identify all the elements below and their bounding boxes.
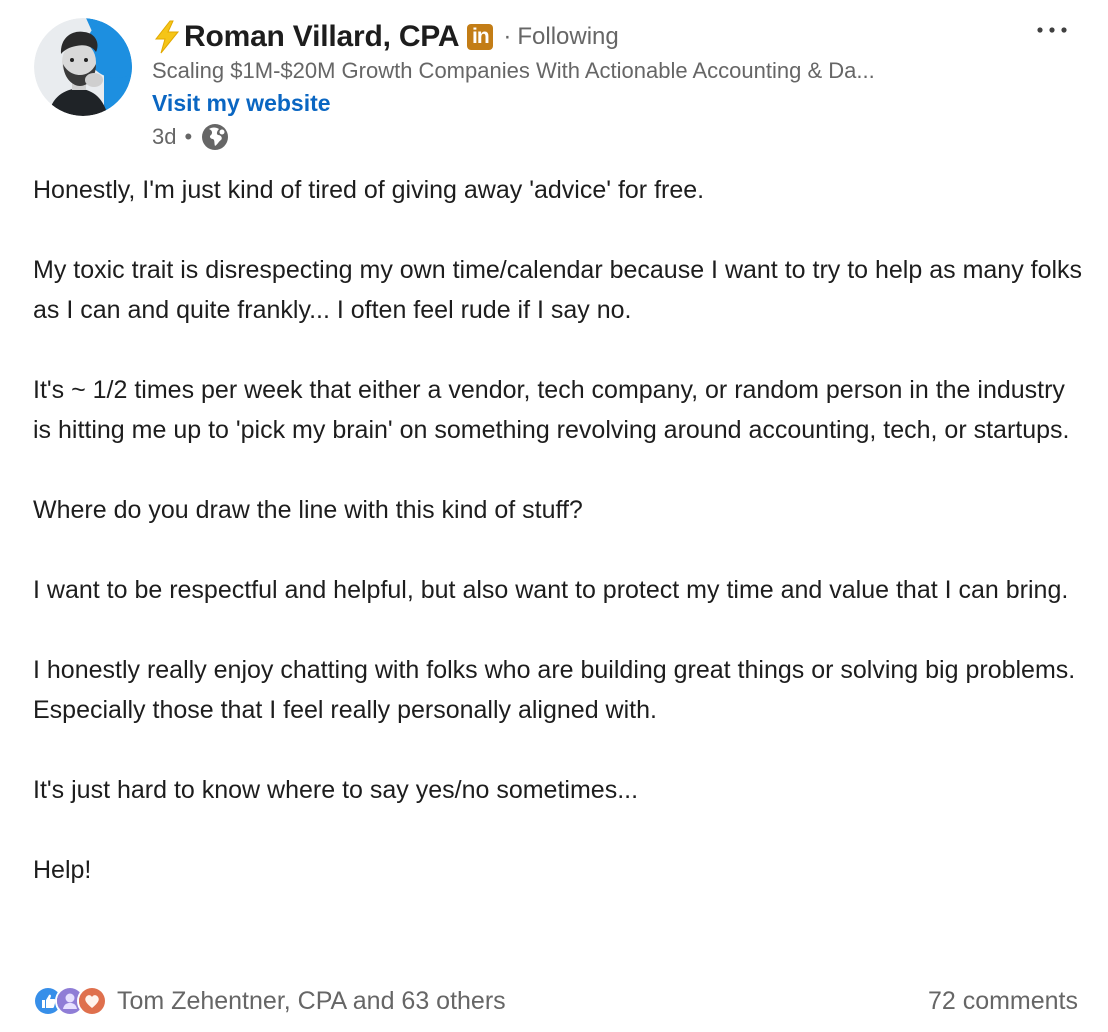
love-icon <box>77 986 107 1016</box>
post-paragraph: Help! <box>33 856 92 884</box>
separator-dot: · <box>503 23 512 50</box>
linkedin-premium-icon: in <box>467 24 494 50</box>
globe-icon <box>200 122 230 152</box>
post-paragraph: I want to be respectful and helpful, but… <box>33 576 1069 604</box>
post-paragraph: It's just hard to know where to say yes/… <box>33 776 639 804</box>
post-paragraph: My toxic trait is disrespecting my own t… <box>33 256 1083 324</box>
author-headline: Scaling $1M-$20M Growth Companies With A… <box>152 58 875 83</box>
reactions-summary[interactable]: Tom Zehentner, CPA and 63 others <box>33 983 506 1019</box>
reactions-label: Tom Zehentner, CPA and 63 others <box>117 986 506 1015</box>
lightning-icon <box>152 20 182 54</box>
post-text: Honestly, I'm just kind of tired of givi… <box>33 170 1083 890</box>
more-options-button[interactable] <box>1030 14 1074 46</box>
comments-count-link[interactable]: 72 comments <box>928 983 1078 1019</box>
author-name-row: Roman Villard, CPA in · Following <box>152 17 619 57</box>
avatar <box>34 18 132 116</box>
author-avatar[interactable] <box>34 18 132 116</box>
post-time: 3d <box>152 124 177 149</box>
post-paragraph: I honestly really enjoy chatting with fo… <box>33 656 1076 724</box>
feed-post: Roman Villard, CPA in · Following Scalin… <box>0 0 1108 1032</box>
author-name[interactable]: Roman Villard, CPA <box>184 20 460 54</box>
post-paragraph: Honestly, I'm just kind of tired of givi… <box>33 176 705 204</box>
post-paragraph: It's ~ 1/2 times per week that either a … <box>33 376 1070 444</box>
separator-dot: • <box>184 124 193 149</box>
connection-status: Following <box>517 23 619 50</box>
post-paragraph: Where do you draw the line with this kin… <box>33 496 583 524</box>
post-meta: 3d • <box>152 121 230 153</box>
more-icon <box>1037 27 1067 33</box>
reaction-icons <box>33 986 107 1016</box>
avatar-photo <box>34 18 132 116</box>
visit-website-link[interactable]: Visit my website <box>152 88 331 118</box>
